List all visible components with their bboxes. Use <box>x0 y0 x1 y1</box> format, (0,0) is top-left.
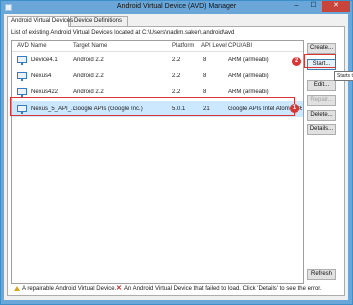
platform-cell: 2.2 <box>172 73 181 79</box>
create-button[interactable]: Create... <box>307 43 336 54</box>
tab-device-definitions[interactable]: Device Definitions <box>70 16 128 26</box>
legend-repairable-text: A repairable Android Virtual Device. <box>22 286 117 292</box>
status-legend: A repairable Android Virtual Device. ✕ A… <box>11 284 322 294</box>
maximize-button[interactable]: ☐ <box>305 1 322 12</box>
error-icon: ✕ <box>116 285 122 292</box>
warning-icon <box>14 286 20 291</box>
column-header-cpu-abi[interactable]: CPU/ABI <box>228 43 252 49</box>
api-level-cell: 8 <box>203 73 207 79</box>
column-header-avd-name[interactable]: AVD Name <box>17 43 47 49</box>
title-bar: Android Virtual Device (AVD) Manager – ☐… <box>1 1 352 14</box>
refresh-button[interactable]: Refresh <box>307 269 336 280</box>
start-tooltip: Starts the selected emulator <box>334 71 353 81</box>
device-icon <box>17 56 27 65</box>
delete-button[interactable]: Delete... <box>307 110 336 121</box>
table-row[interactable]: Device4.1 Android 2.2 2.2 8 ARM (armeabi… <box>12 52 303 68</box>
avd-name-cell: Device4.1 <box>31 57 58 63</box>
cpu-abi-cell: ARM (armeabi) <box>228 89 269 95</box>
start-button-highlight <box>304 54 336 68</box>
details-button[interactable]: Details... <box>307 124 336 135</box>
table-row[interactable]: Nexus4 Android 2.2 2.2 8 ARM (armeabi) <box>12 68 303 84</box>
tab-panel: List of existing Android Virtual Devices… <box>7 26 345 296</box>
column-header-api-level[interactable]: API Level <box>201 43 227 49</box>
platform-cell: 2.2 <box>172 89 181 95</box>
target-cell: Android 2.2 <box>73 73 104 79</box>
avd-table: AVD Name Target Name Platform API Level … <box>11 40 304 284</box>
target-cell: Android 2.2 <box>73 89 104 95</box>
table-header: AVD Name Target Name Platform API Level … <box>12 41 303 52</box>
avd-location-label: List of existing Android Virtual Devices… <box>11 30 235 36</box>
target-cell: Android 2.2 <box>73 57 104 63</box>
avd-name-cell: Nexus422 <box>31 89 59 95</box>
platform-cell: 2.2 <box>172 57 181 63</box>
annotation-badge-2: 2 <box>292 57 301 66</box>
column-header-target-name[interactable]: Target Name <box>73 43 107 49</box>
annotation-badge-1: 1 <box>290 104 299 113</box>
api-level-cell: 8 <box>203 89 207 95</box>
device-icon <box>17 72 27 81</box>
selected-row-highlight <box>10 97 295 116</box>
legend-failed-text: An Android Virtual Device that failed to… <box>124 286 322 292</box>
cpu-abi-cell: ARM (armeabi) <box>228 73 269 79</box>
column-header-platform[interactable]: Platform <box>172 43 194 49</box>
api-level-cell: 8 <box>203 57 207 63</box>
minimize-button[interactable]: – <box>288 1 305 12</box>
avd-name-cell: Nexus4 <box>31 73 52 79</box>
close-button[interactable]: ✕ <box>322 1 350 12</box>
tab-android-virtual-devices[interactable]: Android Virtual Devices <box>7 16 73 27</box>
repair-button[interactable]: Repair... <box>307 95 336 106</box>
edit-button[interactable]: Edit... <box>307 80 336 91</box>
cpu-abi-cell: ARM (armeabi) <box>228 57 269 63</box>
avd-manager-window: Android Virtual Device (AVD) Manager – ☐… <box>0 0 353 305</box>
device-icon <box>17 88 27 97</box>
